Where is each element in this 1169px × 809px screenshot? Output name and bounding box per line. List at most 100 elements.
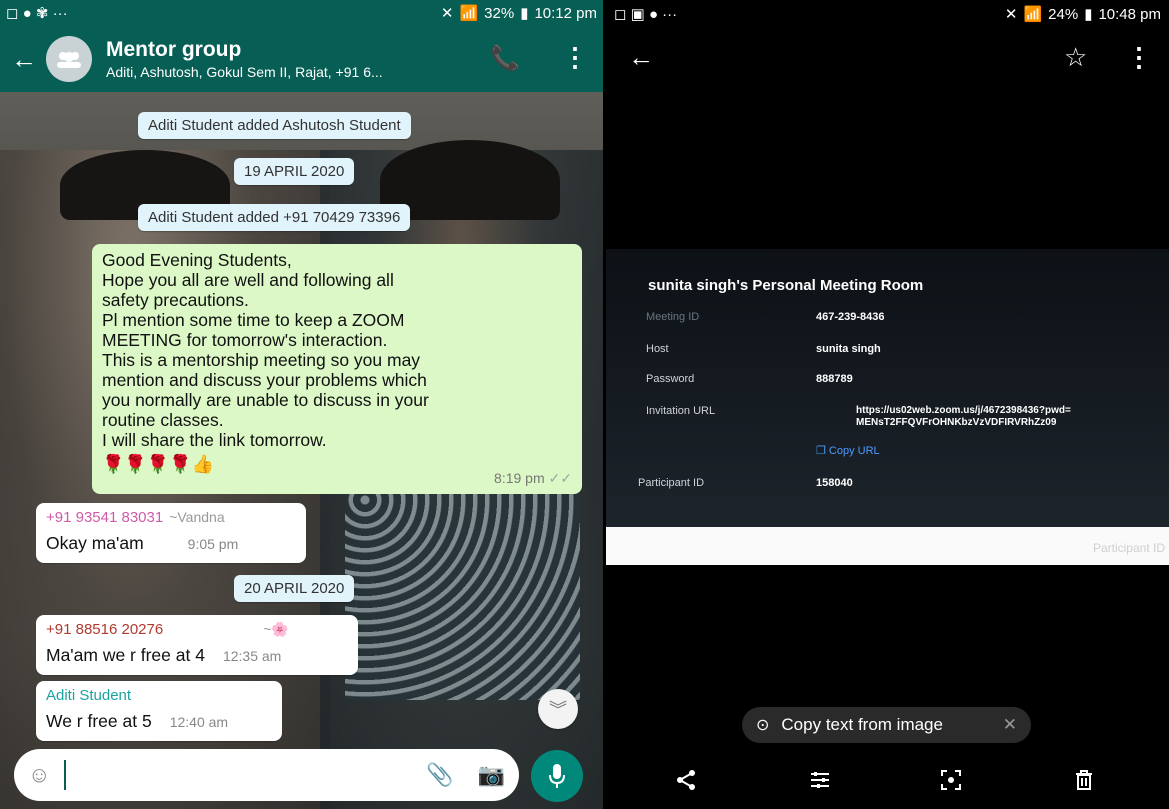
copy-icon: ❐ [816,445,829,457]
microphone-icon [549,764,565,788]
message-line: I will share the link tomorrow. [102,430,327,450]
notification-icons: ◻ ▣ ● ··· [614,6,678,23]
status-bar: ◻ ● ✾ ··· ✕ 📶 32% ▮ 10:12 pm [0,0,603,26]
row-label: Participant ID [638,477,705,489]
camera-icon[interactable]: 📷 [478,762,505,788]
sender-alias: ~🌸 [263,621,289,637]
message-line: This is a mentorship meeting so you may [102,350,421,370]
group-avatar[interactable] [46,36,92,82]
viewer-bottom-bar [606,760,1169,809]
more-options-icon[interactable]: ⋮ [562,42,588,73]
favorite-star-icon[interactable]: ☆ [1064,42,1087,73]
edit-adjust-icon[interactable] [808,768,832,799]
attach-icon[interactable]: 📎 [426,762,453,788]
share-icon[interactable] [674,768,698,799]
row-value: https://us02web.zoom.us/j/4672398436?pwd… [856,405,1071,416]
row-label: Host [646,343,669,355]
message-line: you normally are unable to discuss in yo… [102,390,429,410]
outgoing-message[interactable]: Good Evening Students, Hope you all are … [92,244,582,494]
status-icons-right: ✕ 📶 32% ▮ 10:12 pm [440,4,597,23]
chat-title-block[interactable]: Mentor group Aditi, Ashutosh, Gokul Sem … [106,38,486,80]
message-time: 9:05 pm [187,536,239,552]
message-text: Okay ma'am [46,533,144,553]
photo-screen-area: sunita singh's Personal Meeting Room Mee… [606,249,1169,527]
date-separator: 19 APRIL 2020 [234,158,355,185]
scroll-down-button[interactable]: ︾ [538,689,578,729]
meeting-room-title: sunita singh's Personal Meeting Room [648,277,924,294]
row-value: sunita singh [816,343,881,355]
system-message: Aditi Student added Ashutosh Student [138,112,411,139]
lens-icon[interactable] [939,768,963,799]
message-line: routine classes. [102,410,224,430]
row-value: 158040 [816,477,853,489]
message-line: mention and discuss your problems which [102,370,427,390]
gallery-image-viewer: ◻ ▣ ● ··· ✕ 📶 24% ▮ 10:48 pm ← ☆ ⋮ sunit… [606,0,1169,809]
back-arrow-icon[interactable]: ← [6,44,42,75]
row-label: Invitation URL [646,405,716,417]
double-chevron-down-icon: ︾ [549,700,567,720]
message-meta: 8:19 pm ✓✓ [494,468,572,488]
copy-text-label: Copy text from image [781,715,943,734]
sender-alias: ~Vandna [169,509,225,525]
group-icon [57,52,81,68]
battery-percent: 24% [1048,5,1079,23]
mute-icon: ✕ [1004,6,1018,23]
signal-icon: 📶 [1023,6,1043,23]
message-compose-bar: ☺ 📎 📷 [14,749,519,801]
chat-header: ← Mentor group Aditi, Ashutosh, Gokul Se… [0,26,603,92]
mute-icon: ✕ [440,5,454,22]
message-line: safety precautions. [102,290,249,310]
back-arrow-icon[interactable]: ← [628,42,654,73]
row-value: 467-239-8436 [816,311,885,323]
sender-phone: +91 93541 83031 [46,509,164,526]
chat-participants: Aditi, Ashutosh, Gokul Sem II, Rajat, +9… [106,64,383,80]
add-call-icon[interactable]: 📞 [490,44,520,73]
message-time: 8:19 pm [494,470,545,486]
viewer-toolbar: ← ☆ ⋮ [606,28,1169,90]
clock: 10:48 pm [1098,5,1161,23]
row-label: Password [646,373,695,385]
message-text: We r free at 5 [46,711,152,731]
wallpaper-floral-shirt [345,480,580,700]
battery-icon: ▮ [520,5,529,22]
read-ticks-icon: ✓✓ [548,470,572,486]
copy-url-link: ❐ Copy URL [816,444,880,457]
row-value: 888789 [816,373,853,385]
sender-phone: +91 88516 20276 [46,621,164,638]
copy-text-from-image-chip[interactable]: ⊙ Copy text from image ✕ [742,707,1031,743]
battery-icon: ▮ [1084,6,1093,23]
more-options-icon[interactable]: ⋮ [1126,42,1152,73]
system-message: Aditi Student added +91 70429 73396 [138,204,411,231]
row-value-continued: MENsT2FFQVFrOHNKbzVzVDFIRVRhZz09 [856,417,1057,428]
incoming-message[interactable]: +91 88516 20276 ~🌸 Ma'am we r free at 4 12… [36,615,358,675]
delete-icon[interactable] [1072,768,1096,799]
sender-name: Aditi Student [46,687,132,704]
chat-title: Mentor group [106,38,242,61]
message-line: Hope you all are well and following all [102,270,394,290]
message-time: 12:35 am [222,648,282,664]
date-separator: 20 APRIL 2020 [234,575,355,602]
message-text: Ma'am we r free at 4 [46,645,205,665]
incoming-message[interactable]: +91 93541 83031 ~Vandna Okay ma'am 9:05 pm [36,503,306,563]
close-icon[interactable]: ✕ [1003,715,1017,735]
partial-participant-label: Participant ID [1092,541,1165,555]
notification-icons: ◻ ● ✾ ··· [6,5,68,22]
clock: 10:12 pm [534,4,597,22]
message-time: 12:40 am [169,714,229,730]
lens-scan-icon: ⊙ [756,717,770,734]
status-bar: ◻ ▣ ● ··· ✕ 📶 24% ▮ 10:48 pm [606,0,1169,28]
message-input[interactable] [64,760,427,790]
signal-icon: 📶 [459,5,479,22]
message-line: MEETING for tomorrow's interaction. [102,330,388,350]
message-line: Pl mention some time to keep a ZOOM [102,310,405,330]
status-icons-right: ✕ 📶 24% ▮ 10:48 pm [1004,5,1161,24]
incoming-message[interactable]: Aditi Student We r free at 5 12:40 am [36,681,282,741]
message-line: Good Evening Students, [102,250,292,270]
emoji-icon[interactable]: ☺ [28,762,50,788]
whatsapp-chat-screen: ◻ ● ✾ ··· ✕ 📶 32% ▮ 10:12 pm ← Mentor gr… [0,0,603,809]
row-label: Meeting ID [646,311,700,323]
voice-record-button[interactable] [531,750,583,802]
status-icons-left: ◻ ● ✾ ··· [6,4,68,22]
photo[interactable]: sunita singh's Personal Meeting Room Mee… [606,249,1169,565]
copy-url-label: Copy URL [828,445,880,457]
